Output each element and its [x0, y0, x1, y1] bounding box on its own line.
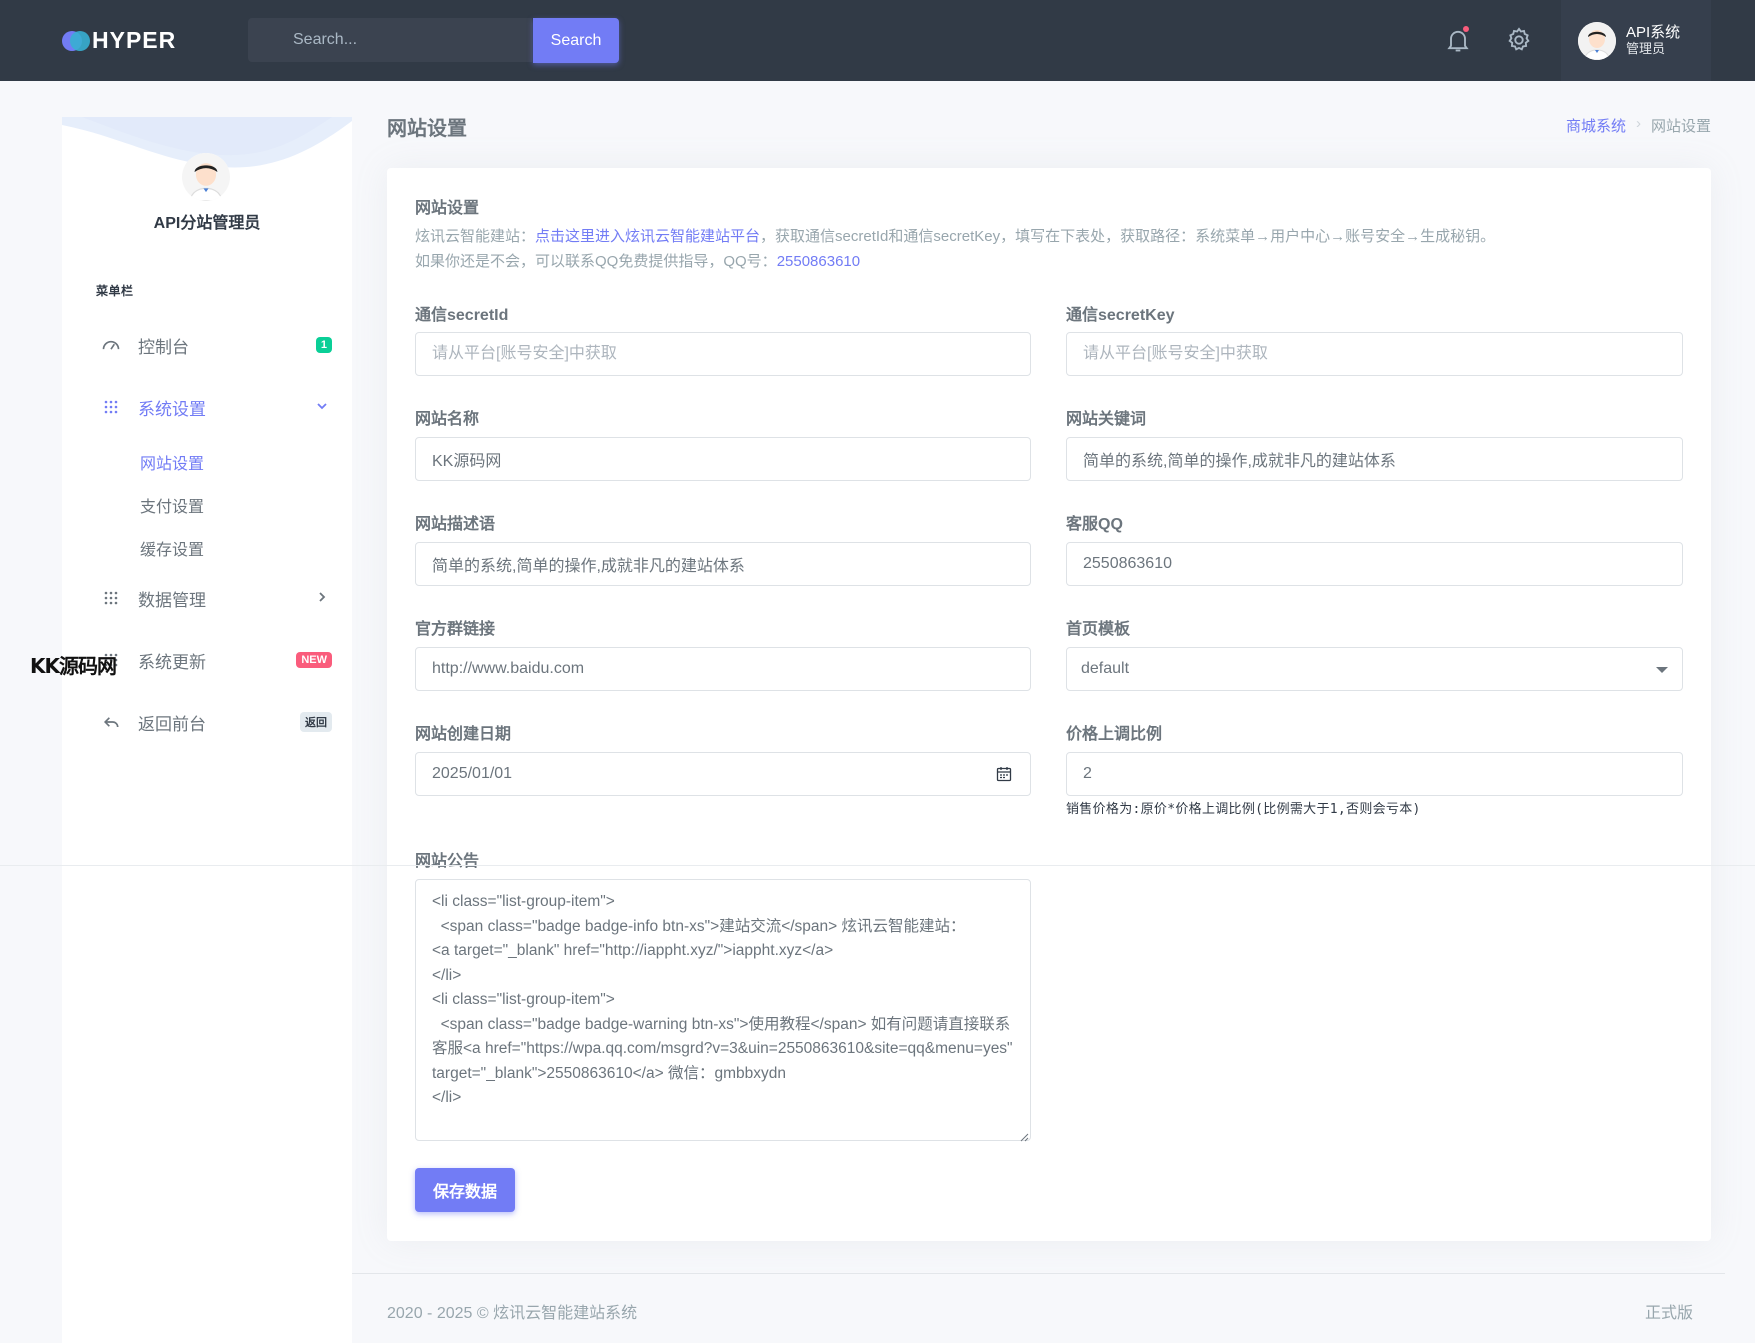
- user-role: 管理员: [1626, 40, 1666, 56]
- price-ratio-label: 价格上调比例: [1066, 726, 1163, 743]
- footer-version: 正式版: [1644, 1305, 1693, 1322]
- date-value: 2025/01/01: [432, 765, 513, 782]
- site-notice-label: 网站公告: [415, 853, 480, 870]
- sidebar-subitem-cache-settings[interactable]: 缓存设置: [140, 536, 204, 560]
- page-title: 网站设置: [387, 118, 467, 140]
- price-ratio-input[interactable]: [1066, 752, 1683, 796]
- site-name-label: 网站名称: [415, 411, 480, 428]
- desc-text: ，获取通信secretId和通信secretKey，填写在下表处，获取路径：系统…: [760, 228, 1496, 245]
- watermark: KK源码网: [30, 654, 117, 678]
- service-qq-label: 客服QQ: [1066, 516, 1123, 533]
- site-keywords-label: 网站关键词: [1066, 411, 1147, 428]
- sidebar-item-back-frontend[interactable]: 返回前台 返回: [100, 707, 332, 737]
- user-name: API系统: [1626, 24, 1681, 42]
- card-title: 网站设置: [415, 200, 480, 217]
- sidebar-avatar: [182, 153, 230, 201]
- sidebar-item-label: 返回前台: [138, 714, 206, 734]
- logo-icon: [62, 30, 90, 51]
- grid-icon: [100, 587, 122, 609]
- logo[interactable]: HYPER: [62, 27, 176, 54]
- chevron-down-icon: [316, 397, 328, 417]
- sidebar: API分站管理员 菜单栏 控制台 1 系统设置 网站设置 支付设置 缓存设置 数…: [62, 117, 352, 1343]
- sidebar-item-label: 系统设置: [138, 399, 206, 419]
- new-badge: NEW: [296, 652, 332, 668]
- user-menu[interactable]: API系统 管理员: [1561, 0, 1711, 81]
- gear-icon[interactable]: [1505, 26, 1533, 54]
- save-button[interactable]: 保存数据: [415, 1168, 515, 1212]
- description-line-1: 炫讯云智能建站：点击这里进入炫讯云智能建站平台，获取通信secretId和通信s…: [415, 225, 1695, 246]
- home-template-select[interactable]: default: [1066, 647, 1683, 691]
- menu-title: 菜单栏: [96, 284, 134, 298]
- secret-key-label: 通信secretKey: [1066, 307, 1175, 324]
- bell-icon[interactable]: [1444, 26, 1472, 54]
- sidebar-item-system-update[interactable]: 系统更新 NEW: [100, 645, 332, 675]
- breadcrumb: 商城系统 › 网站设置: [1566, 115, 1711, 136]
- desc-text: 如果你还是不会，可以联系QQ免费提供指导，QQ号：: [415, 253, 777, 270]
- breadcrumb-link-shop[interactable]: 商城系统: [1566, 115, 1626, 136]
- service-qq-input[interactable]: [1066, 542, 1683, 586]
- count-badge: 1: [315, 337, 332, 353]
- logo-text: HYPER: [92, 27, 177, 53]
- search-button[interactable]: Search: [533, 18, 619, 63]
- sidebar-subitem-site-settings[interactable]: 网站设置: [140, 450, 204, 474]
- breadcrumb-separator: ›: [1635, 115, 1641, 132]
- description-line-2: 如果你还是不会，可以联系QQ免费提供指导，QQ号：2550863610: [415, 250, 1695, 271]
- site-description-label: 网站描述语: [415, 516, 496, 533]
- qq-link[interactable]: 2550863610: [777, 253, 860, 270]
- sidebar-item-dashboard[interactable]: 控制台 1: [100, 330, 332, 360]
- divider-line: [0, 865, 1755, 866]
- site-notice-textarea[interactable]: <li class="list-group-item"> <span class…: [415, 879, 1031, 1141]
- reply-icon: [100, 711, 122, 733]
- sidebar-item-label: 控制台: [138, 337, 189, 357]
- footer-copyright: 2020 - 2025 © 炫讯云智能建站系统: [387, 1305, 638, 1322]
- return-badge: 返回: [300, 712, 332, 732]
- sidebar-item-label: 系统更新: [138, 652, 206, 672]
- chevron-right-icon: [316, 588, 328, 608]
- avatar: [1578, 21, 1616, 60]
- search-input[interactable]: [248, 18, 532, 62]
- site-description-input[interactable]: [415, 542, 1031, 586]
- footer-divider: [352, 1273, 1725, 1274]
- sidebar-subitem-payment-settings[interactable]: 支付设置: [140, 493, 204, 517]
- create-date-label: 网站创建日期: [415, 726, 512, 743]
- grid-icon: [100, 396, 122, 418]
- create-date-input[interactable]: 2025/01/01: [415, 752, 1031, 796]
- group-link-input[interactable]: [415, 647, 1031, 691]
- breadcrumb-current: 网站设置: [1650, 118, 1711, 135]
- secret-id-label: 通信secretId: [415, 307, 509, 324]
- resize-handle-icon[interactable]: [1020, 1129, 1029, 1146]
- dashboard-icon: [100, 334, 122, 356]
- sidebar-item-system-settings[interactable]: 系统设置: [100, 392, 332, 422]
- site-keywords-input[interactable]: [1066, 437, 1683, 481]
- site-name-input[interactable]: [415, 437, 1031, 481]
- selected-value: default: [1081, 660, 1130, 677]
- group-link-label: 官方群链接: [415, 621, 496, 638]
- calendar-icon[interactable]: [996, 766, 1012, 787]
- home-template-label: 首页模板: [1066, 621, 1131, 638]
- price-ratio-help: 销售价格为:原价*价格上调比例(比例需大于1,否则会亏本): [1066, 802, 1421, 817]
- secret-id-input[interactable]: [415, 332, 1031, 376]
- platform-link[interactable]: 点击这里进入炫讯云智能建站平台: [535, 228, 760, 245]
- sidebar-user-name: API分站管理员: [153, 215, 261, 232]
- sidebar-item-data-management[interactable]: 数据管理: [100, 583, 332, 613]
- desc-text: 炫讯云智能建站：: [415, 228, 536, 245]
- notification-dot: [1463, 26, 1469, 32]
- secret-key-input[interactable]: [1066, 332, 1683, 376]
- settings-card: 网站设置 炫讯云智能建站：点击这里进入炫讯云智能建站平台，获取通信secretI…: [387, 168, 1711, 1241]
- chevron-down-icon: [1656, 667, 1668, 673]
- sidebar-item-label: 数据管理: [138, 590, 206, 610]
- topbar: HYPER Search API系统 管理员: [0, 0, 1755, 81]
